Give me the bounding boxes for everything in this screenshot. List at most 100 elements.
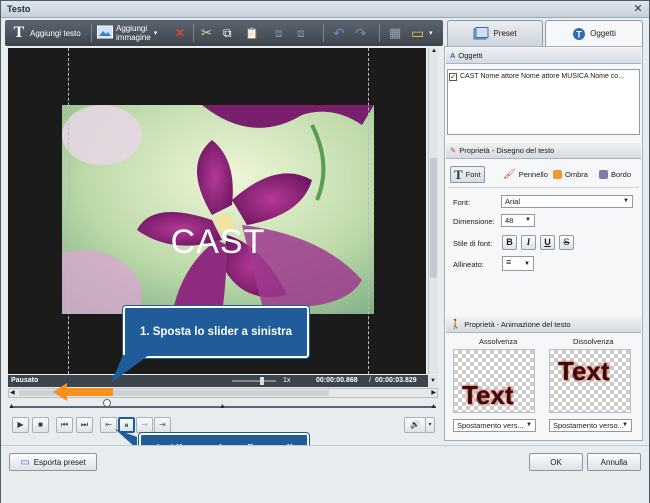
callout-move-slider: 1. Sposta lo slider a sinistra: [122, 305, 310, 359]
divider: [448, 187, 639, 188]
align-select[interactable]: ≡ ▼: [502, 256, 534, 271]
checkbox-checked-icon[interactable]: ✓: [449, 72, 457, 81]
svg-text:T: T: [576, 29, 582, 39]
send-backward-icon[interactable]: ⧈: [275, 24, 283, 42]
bring-forward-icon[interactable]: ⧈: [297, 24, 305, 42]
export-icon: ▭: [20, 456, 30, 468]
play-icon[interactable]: ▶: [12, 417, 29, 433]
add-image-line1: Aggiungi: [116, 24, 148, 33]
animation-header-label: Proprietà - Animazione del testo: [464, 320, 571, 329]
properties-header-label: Proprietà - Disegno del testo: [459, 146, 555, 155]
zoom-slider-track[interactable]: [232, 380, 276, 382]
screen-icon[interactable]: ▭: [411, 24, 424, 42]
add-image-button[interactable]: Aggiungi immagine ▾: [97, 23, 157, 43]
add-image-label: Aggiungi immagine: [116, 24, 151, 42]
prop-tab-border[interactable]: Bordo: [595, 166, 635, 183]
undo-icon[interactable]: ↶: [333, 24, 345, 42]
cast-text-object[interactable]: CAST: [62, 223, 374, 262]
scroll-down-icon[interactable]: ▼: [428, 375, 438, 387]
zoom-slider-thumb[interactable]: [260, 377, 264, 385]
scroll-right-icon[interactable]: ▶: [431, 389, 436, 396]
chevron-down-icon[interactable]: ▾: [154, 29, 158, 37]
disappear-preview[interactable]: Text: [549, 349, 631, 413]
strikethrough-button[interactable]: S: [559, 235, 574, 250]
font-t-icon: T: [454, 166, 463, 182]
properties-icon: ✎: [450, 146, 457, 155]
current-time: 00:00:00.868: [316, 377, 358, 384]
toolbar: T Aggiungi testo Aggiungi immagine ▾ ✕ ✂…: [5, 20, 443, 46]
prop-tab-font-label: Font: [465, 170, 481, 179]
preset-icon: [473, 26, 489, 39]
ok-button[interactable]: OK: [529, 453, 583, 471]
delete-icon[interactable]: ✕: [175, 24, 185, 42]
orchid-photo: [62, 105, 374, 314]
objects-list[interactable]: ✓ CAST Nome attore Nome attore MUSICA No…: [447, 69, 640, 135]
set-end-icon[interactable]: ⇥: [154, 417, 171, 433]
chevron-down-icon[interactable]: ▾: [425, 417, 435, 433]
bold-button[interactable]: B: [502, 235, 517, 250]
tab-preset-label: Preset: [493, 29, 517, 38]
underline-button[interactable]: U: [540, 235, 555, 250]
grid-icon[interactable]: ▦: [389, 24, 401, 42]
scroll-left-icon[interactable]: ◀: [10, 389, 15, 396]
set-middle-icon[interactable]: ⇥: [136, 417, 153, 433]
chevron-down-icon: ▼: [622, 422, 628, 428]
tab-preset[interactable]: Preset: [447, 20, 543, 46]
font-select[interactable]: Arial ▼: [501, 195, 633, 208]
prev-frame-icon[interactable]: ⏮: [56, 417, 73, 433]
export-preset-button[interactable]: ▭ Esporta preset: [9, 453, 97, 471]
objects-icon: T: [573, 27, 586, 40]
scroll-up-icon[interactable]: ▲: [430, 48, 438, 57]
objects-header-label: Oggetti: [458, 51, 483, 60]
bottom-bar: ▭ Esporta preset OK Annulla: [1, 445, 649, 503]
appear-effect-select[interactable]: Spostamento vers... ▼: [453, 419, 536, 432]
safe-area-guide: [68, 48, 69, 374]
prop-tab-shadow[interactable]: Ombra: [549, 166, 592, 183]
paste-icon[interactable]: 📋: [245, 24, 259, 42]
chevron-down-icon: ▼: [524, 261, 530, 267]
stop-icon[interactable]: ■: [32, 417, 49, 433]
chevron-down-icon: ▼: [623, 198, 629, 204]
size-select[interactable]: 48 ▼: [501, 214, 535, 227]
walking-person-icon: 🚶: [450, 319, 462, 329]
objects-section-header: A Oggetti: [446, 48, 641, 64]
copy-icon[interactable]: ⧉: [223, 24, 232, 42]
next-frame-icon[interactable]: ⏭: [76, 417, 93, 433]
objects-icon: A: [450, 51, 456, 60]
size-label: Dimensione:: [453, 217, 495, 226]
disappear-effect-value: Spostamento verso...: [553, 421, 624, 430]
prop-tab-border-label: Bordo: [611, 170, 632, 179]
vertical-scroll-thumb[interactable]: [430, 158, 437, 278]
chevron-down-icon: ▼: [526, 422, 532, 428]
prop-tab-brush[interactable]: 🖌 Pennello: [499, 166, 552, 183]
toolbar-separator: [323, 24, 324, 42]
close-icon[interactable]: ✕: [631, 2, 645, 16]
align-label: Allineato:: [453, 260, 484, 269]
appear-preview[interactable]: Text: [453, 349, 535, 413]
add-text-label: Aggiungi testo: [30, 28, 81, 38]
volume-icon[interactable]: 🔊: [404, 417, 426, 433]
vertical-scrollbar[interactable]: ▲: [428, 48, 438, 374]
redo-icon[interactable]: ↷: [355, 24, 367, 42]
italic-button[interactable]: I: [521, 235, 536, 250]
cancel-button[interactable]: Annulla: [587, 453, 641, 471]
font-label: Font:: [453, 198, 471, 207]
list-item[interactable]: ✓ CAST Nome attore Nome attore MUSICA No…: [449, 71, 638, 82]
chevron-down-icon[interactable]: ▾: [429, 24, 433, 42]
time-separator: /: [369, 377, 371, 384]
add-text-button[interactable]: T Aggiungi testo: [11, 24, 81, 42]
start-marker: ▲: [8, 403, 15, 410]
playback-speed: 1x: [283, 377, 291, 384]
prop-tab-font[interactable]: T Font: [450, 166, 485, 183]
brush-icon: 🖌: [503, 169, 516, 180]
cut-icon[interactable]: ✂: [201, 24, 212, 42]
window-title: Testo: [7, 4, 31, 14]
align-left-icon: ≡: [506, 257, 512, 267]
tab-objects[interactable]: T Oggetti: [545, 20, 643, 46]
export-preset-label: Esporta preset: [33, 457, 86, 467]
add-image-line2: immagine: [116, 33, 151, 42]
prop-tab-brush-label: Pennello: [518, 170, 548, 179]
disappear-effect-select[interactable]: Spostamento verso... ▼: [549, 419, 632, 432]
size-select-value: 48: [505, 216, 514, 225]
appear-effect-value: Spostamento vers...: [457, 421, 524, 430]
